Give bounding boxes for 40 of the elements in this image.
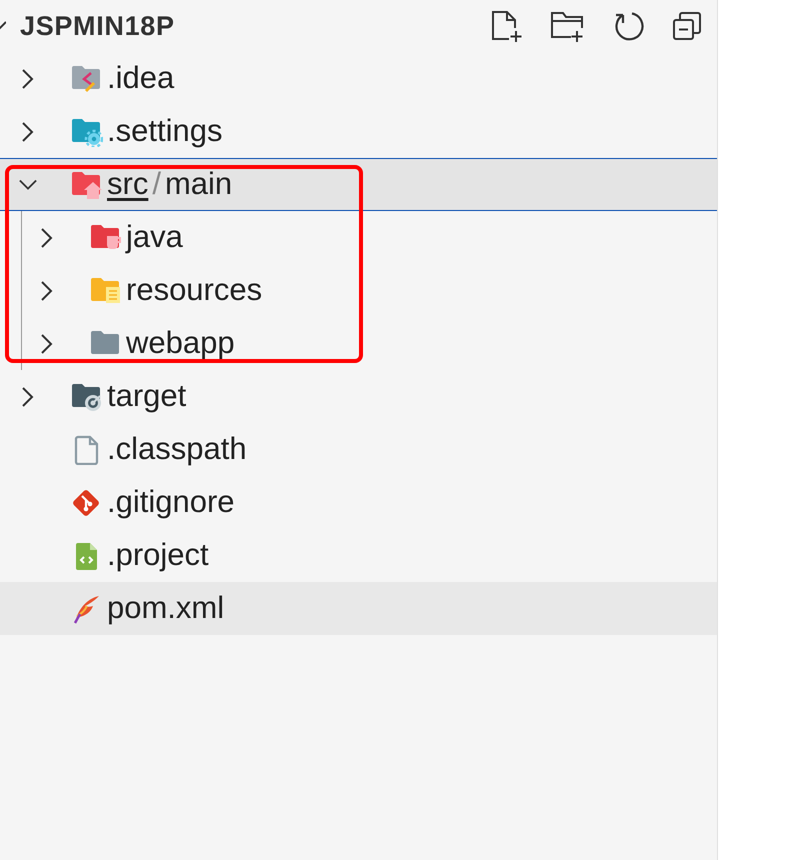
folder-target-icon	[71, 382, 103, 412]
folder-code-icon	[71, 64, 103, 94]
folder-name: src	[107, 165, 148, 204]
chevron-right-icon[interactable]	[41, 280, 53, 300]
item-label: target	[107, 377, 186, 416]
tree-item[interactable]: .idea	[0, 52, 717, 105]
folder-house-icon	[71, 170, 103, 200]
chevron-right-icon[interactable]	[41, 228, 53, 248]
project-title[interactable]: JSPMIN18P	[20, 6, 175, 46]
folder-list-icon	[90, 276, 122, 306]
item-label: .gitignore	[107, 483, 235, 522]
tree-item[interactable]: .classpath	[0, 423, 717, 476]
tree-item[interactable]: .gitignore	[0, 476, 717, 529]
item-label: pom.xml	[107, 589, 224, 628]
item-label: .settings	[107, 112, 222, 150]
tree-item[interactable]: webapp	[0, 317, 717, 370]
collapse-all-icon[interactable]	[671, 10, 703, 42]
chevron-right-icon[interactable]	[22, 68, 34, 88]
item-label: .classpath	[107, 430, 247, 468]
item-label: .idea	[107, 59, 174, 98]
tree-item[interactable]: pom.xml	[0, 582, 717, 635]
chevron-right-icon[interactable]	[22, 386, 34, 406]
chevron-down-icon[interactable]	[19, 178, 37, 190]
chevron-right-icon[interactable]	[41, 334, 53, 354]
tree-item[interactable]: java	[0, 211, 717, 264]
folder-name: main	[164, 165, 232, 204]
refresh-icon[interactable]	[613, 10, 645, 42]
tree-item[interactable]: .project	[0, 529, 717, 582]
item-label: java	[126, 218, 183, 256]
item-label: .project	[107, 536, 209, 574]
chevron-right-icon[interactable]	[22, 122, 34, 142]
new-file-icon[interactable]	[489, 9, 523, 43]
folder-gear-icon	[71, 116, 103, 146]
item-label: resources	[126, 271, 262, 310]
tree-item[interactable]: target	[0, 370, 717, 423]
path-separator: /	[152, 165, 161, 204]
item-label: webapp	[126, 324, 235, 362]
tree-item[interactable]: resources	[0, 264, 717, 317]
tree-item[interactable]: .settings	[0, 105, 717, 158]
tree-item[interactable]: src/main	[0, 158, 717, 211]
